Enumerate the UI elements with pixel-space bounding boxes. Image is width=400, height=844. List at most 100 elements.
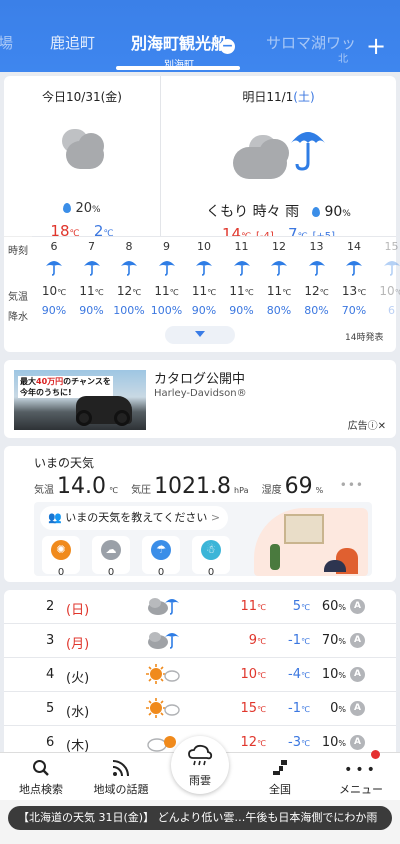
tomorrow-condition-row: くもり 時々 雨 90%	[206, 204, 351, 220]
umbrella-icon	[299, 258, 335, 279]
hourly-cell: 13 12℃ 80%	[299, 236, 335, 326]
hour-temp: 11℃	[229, 284, 254, 298]
tab-shikaoi[interactable]: 鹿追町	[50, 32, 95, 53]
reliability-badge: A	[350, 735, 365, 750]
hourly-cell: 8 12℃ 100%	[111, 236, 147, 326]
umbrella-icon	[224, 258, 260, 279]
report-snowman-button[interactable]: ☃ 0	[192, 536, 230, 578]
umbrella-icon	[149, 258, 185, 279]
reliability-badge: A	[350, 633, 365, 648]
weekly-row[interactable]: 4 (火) 10℃ -4℃ 10% A	[4, 658, 396, 692]
umbrella-icon	[336, 258, 372, 279]
announced-time: 14時発表	[345, 333, 384, 343]
news-ticker[interactable]: 【北海道の天気 31日(金)】 どんより低い雲…午後も日本海側でにわか雨	[0, 800, 400, 844]
search-icon	[16, 759, 66, 781]
report-cloud-button[interactable]: ☁ 0	[92, 536, 130, 578]
today-precip: 20%	[4, 201, 160, 216]
hour-precip: 70%	[341, 304, 367, 317]
hour-precip: 90%	[41, 304, 67, 317]
weekly-day: (火)	[66, 671, 90, 686]
report-umbrella-button[interactable]: ☂ 0	[142, 536, 180, 578]
weekly-low: 5℃	[292, 599, 310, 614]
cloud-icon: ☁	[101, 540, 121, 560]
weekly-low: -3℃	[288, 735, 310, 750]
sun-cloud-icon	[146, 663, 180, 689]
location-tab-bar: 場 鹿追町 別海町観光船 別海町 − サロマ湖ワッ 北 +	[0, 0, 400, 72]
umbrella-icon	[186, 258, 222, 279]
hour: 6	[50, 240, 58, 253]
ad-sponsor: Harley-Davidson®	[154, 388, 247, 399]
cloudy-rain-icon	[146, 629, 180, 655]
hour: 13	[309, 240, 324, 253]
report-sun-button[interactable]: ✺ 0	[42, 536, 80, 578]
ad-info-close[interactable]: 広告ⓘ✕	[348, 417, 386, 432]
hour-temp: 10℃	[41, 284, 67, 298]
hourly-cell: 10 11℃ 90%	[186, 236, 222, 326]
hour: 7	[88, 240, 95, 253]
hour-temp: 10℃	[379, 284, 400, 298]
tab-partial-left[interactable]: 場	[0, 32, 13, 53]
nav-topics[interactable]: 地域の話題	[88, 759, 154, 797]
hour-precip: 90%	[191, 304, 217, 317]
umbrella-icon: ☂	[151, 540, 171, 560]
ad-image[interactable]: 最大40万円のチャンスを 今年のうちに!	[14, 370, 146, 430]
weekly-row[interactable]: 2 (日) 11℃ 5℃ 60% A	[4, 590, 396, 624]
weekly-precip: 60%	[321, 599, 346, 614]
weekly-low: -4℃	[288, 667, 310, 682]
weekly-forecast: 2 (日) 11℃ 5℃ 60% A 3 (月) 9℃ -1℃ 70% A 4 (火) 10℃ -4℃ 10% A…	[4, 590, 396, 760]
illustration	[254, 508, 368, 576]
report-weather-button[interactable]: 👥 いまの天気を教えてください >	[40, 506, 229, 530]
active-tab-indicator	[116, 66, 240, 70]
hour-temp: 12℃	[304, 284, 329, 298]
weekly-low: -1℃	[288, 633, 310, 648]
chevron-down-icon	[195, 331, 205, 337]
weekly-day: (水)	[66, 705, 90, 720]
menu-dots-icon: •••	[344, 762, 378, 778]
weekly-high: 15℃	[240, 701, 266, 716]
reliability-badge: A	[350, 599, 365, 614]
news-headline[interactable]: 【北海道の天気 31日(金)】 どんより低い雲…午後も日本海側でにわか雨	[8, 806, 392, 830]
weekly-date: 6	[46, 735, 55, 750]
tab-saroma-sub: 北	[338, 54, 348, 65]
weekly-row[interactable]: 3 (月) 9℃ -1℃ 70% A	[4, 624, 396, 658]
add-location-button[interactable]: +	[366, 34, 386, 58]
today-forecast[interactable]: 今日10/31(金) 20% 18℃ 2℃	[4, 76, 160, 240]
weekly-date: 5	[46, 701, 55, 716]
current-readings: 気温 14.0 ℃ 気圧 1021.8 hPa 湿度 69%	[34, 474, 324, 499]
ad-card[interactable]: 最大40万円のチャンスを 今年のうちに! カタログ公開中 Harley-David…	[4, 360, 396, 438]
hourly-cell: 6 10℃ 90%	[36, 236, 72, 326]
nav-national[interactable]: 全国	[260, 759, 300, 797]
sun-icon: ✺	[51, 540, 71, 560]
umbrella-icon	[261, 258, 297, 279]
notification-badge	[371, 750, 380, 759]
hour-temp: 11℃	[79, 284, 104, 298]
hour-temp: 12℃	[116, 284, 142, 298]
tomorrow-forecast[interactable]: 明日11/1(土) くもり 時々 雨 90% 14℃ [-4] 7℃ [+5]	[161, 76, 396, 243]
today-title: 今日10/31(金)	[42, 90, 122, 104]
expand-hourly-button[interactable]	[165, 326, 235, 344]
hourly-cell: 12 11℃ 80%	[261, 236, 297, 326]
hourly-cell: 15 10℃ 6	[374, 236, 400, 326]
hour-temp: 11℃	[154, 284, 179, 298]
weekly-row[interactable]: 5 (水) 15℃ -1℃ 0% A	[4, 692, 396, 726]
rain-radar-button[interactable]: 雨雲	[171, 736, 229, 794]
nav-search[interactable]: 地点検索	[16, 759, 66, 797]
cloudy-rain-icon	[146, 595, 180, 621]
umbrella-icon	[36, 258, 72, 279]
weekly-precip: 10%	[321, 667, 346, 682]
weekly-high: 11℃	[240, 599, 266, 614]
weekly-date: 4	[46, 667, 55, 682]
hour-precip: 100%	[150, 304, 183, 317]
current-weather-title: いまの天気	[34, 456, 95, 470]
umbrella-icon	[111, 258, 147, 279]
drop-icon	[312, 207, 321, 217]
signal-icon	[88, 759, 154, 781]
precip-label: 降水	[8, 312, 28, 323]
hour: 8	[125, 240, 133, 253]
reliability-badge: A	[350, 667, 365, 682]
remove-location-button[interactable]: −	[220, 39, 235, 54]
weekly-day: (日)	[66, 603, 90, 618]
nav-menu[interactable]: ••• メニュー	[336, 759, 386, 797]
more-options-icon[interactable]: •••	[340, 478, 364, 492]
hour-temp: 11℃	[191, 284, 217, 298]
